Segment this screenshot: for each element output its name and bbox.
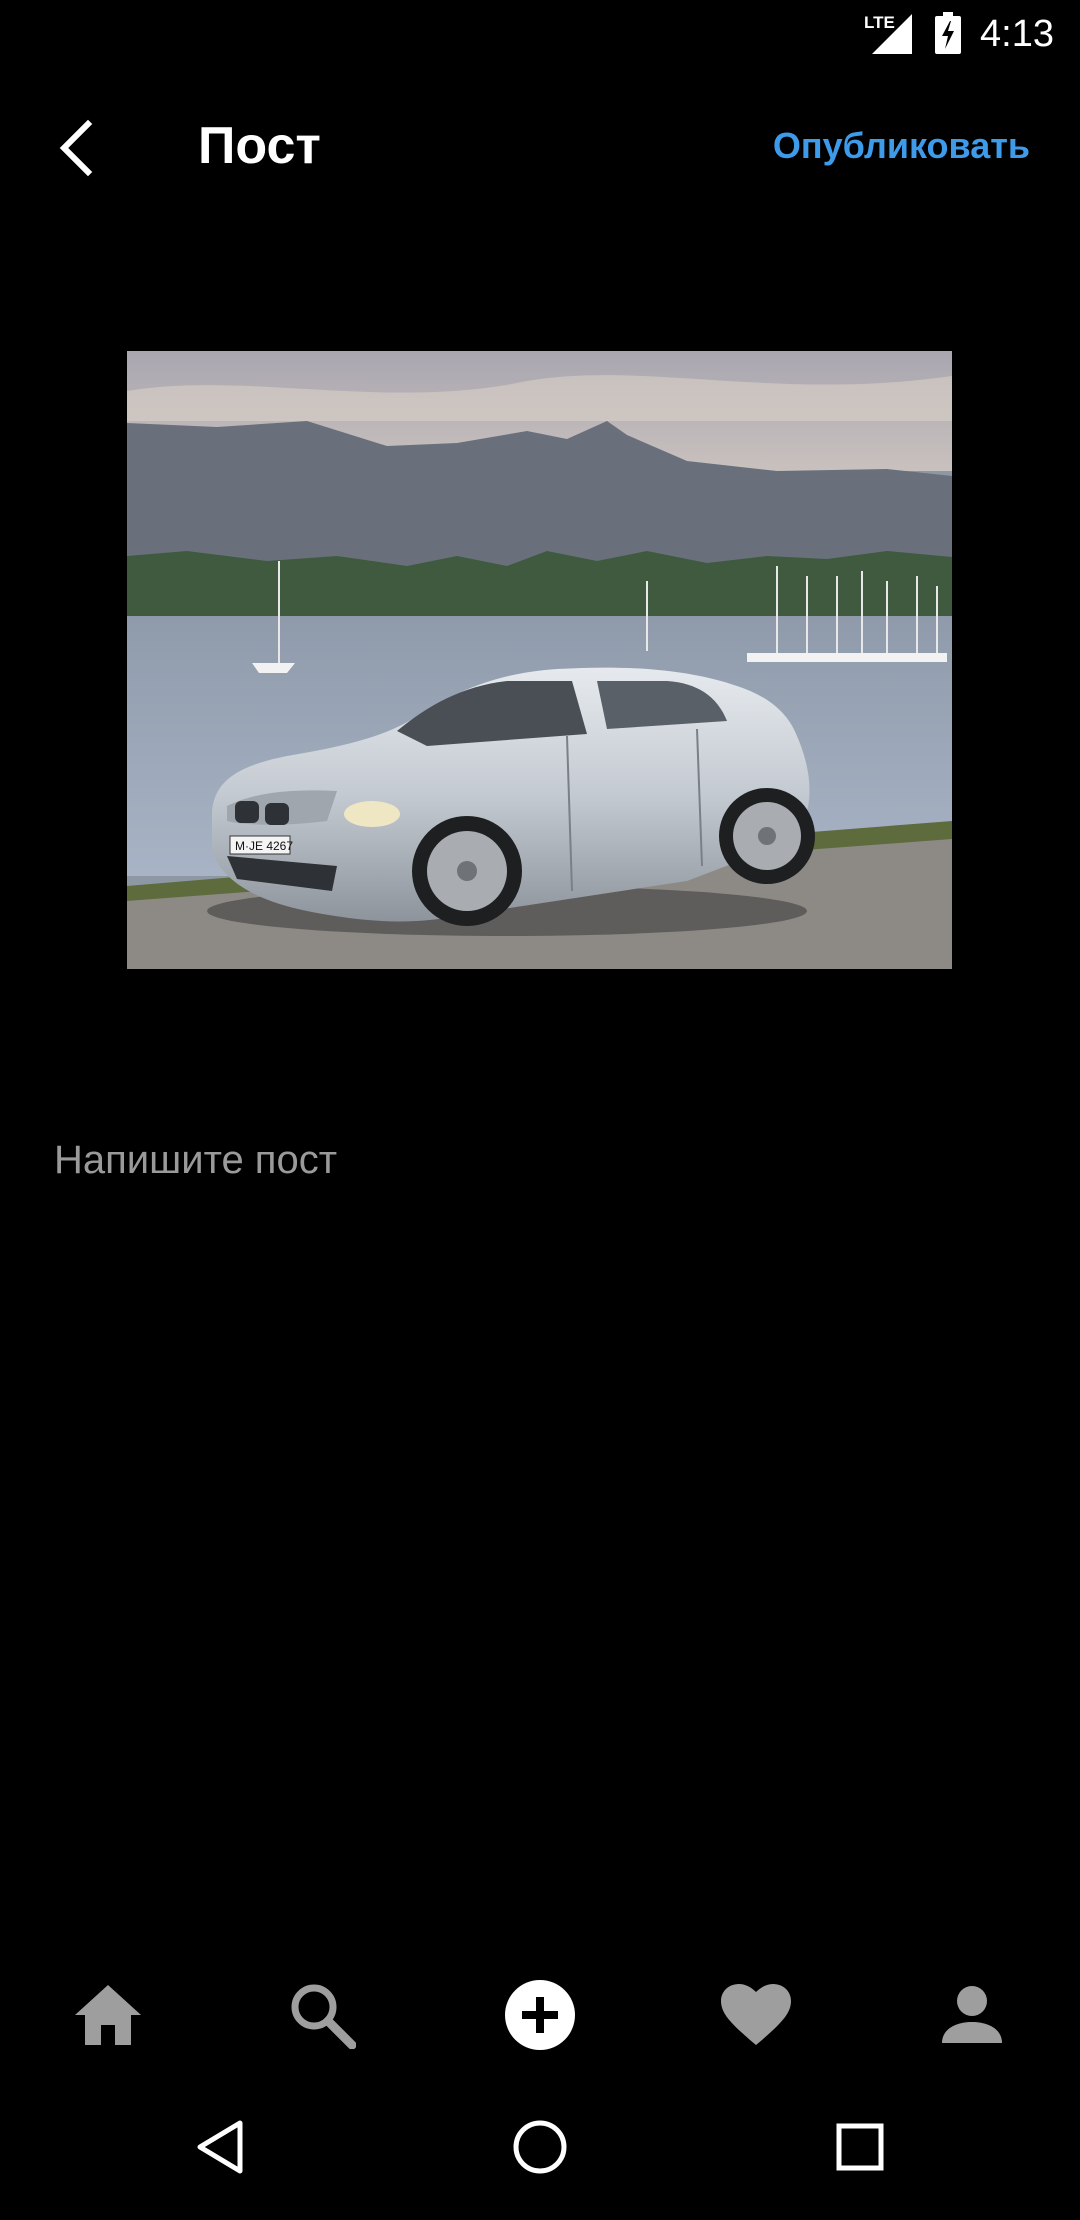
chevron-left-icon (59, 119, 93, 177)
system-nav-bar (0, 2075, 1080, 2220)
profile-icon (942, 1986, 1002, 2043)
signal-icon (872, 14, 912, 54)
nav-profile[interactable] (924, 1967, 1020, 2063)
home-circle-icon (513, 2120, 567, 2174)
nav-home[interactable] (60, 1967, 156, 2063)
post-text-input[interactable] (54, 1118, 1026, 1202)
system-recents-button[interactable] (810, 2097, 910, 2197)
recents-square-icon (836, 2123, 884, 2171)
nav-search[interactable] (274, 1967, 370, 2063)
system-home-button[interactable] (490, 2097, 590, 2197)
back-button[interactable] (38, 110, 114, 186)
clock: 4:13 (980, 13, 1054, 55)
app-bar: Пост Опубликовать (0, 68, 1080, 220)
post-photo: M·JE 4267 (127, 351, 952, 969)
heart-icon (721, 1984, 791, 2045)
nav-favorites[interactable] (708, 1967, 804, 2063)
home-icon (75, 1985, 141, 2045)
nav-add-post[interactable] (492, 1967, 588, 2063)
bottom-nav (0, 1955, 1080, 2075)
add-circle-icon (505, 1980, 575, 2050)
publish-button[interactable]: Опубликовать (773, 122, 1030, 170)
license-plate-text: M·JE 4267 (235, 839, 293, 853)
search-icon (291, 1984, 356, 2049)
battery-charging-icon (935, 12, 961, 54)
status-bar: LTE 4:13 (0, 0, 1080, 68)
system-back-button[interactable] (170, 2097, 270, 2197)
back-triangle-icon (197, 2120, 243, 2174)
page-title: Пост (198, 117, 321, 175)
